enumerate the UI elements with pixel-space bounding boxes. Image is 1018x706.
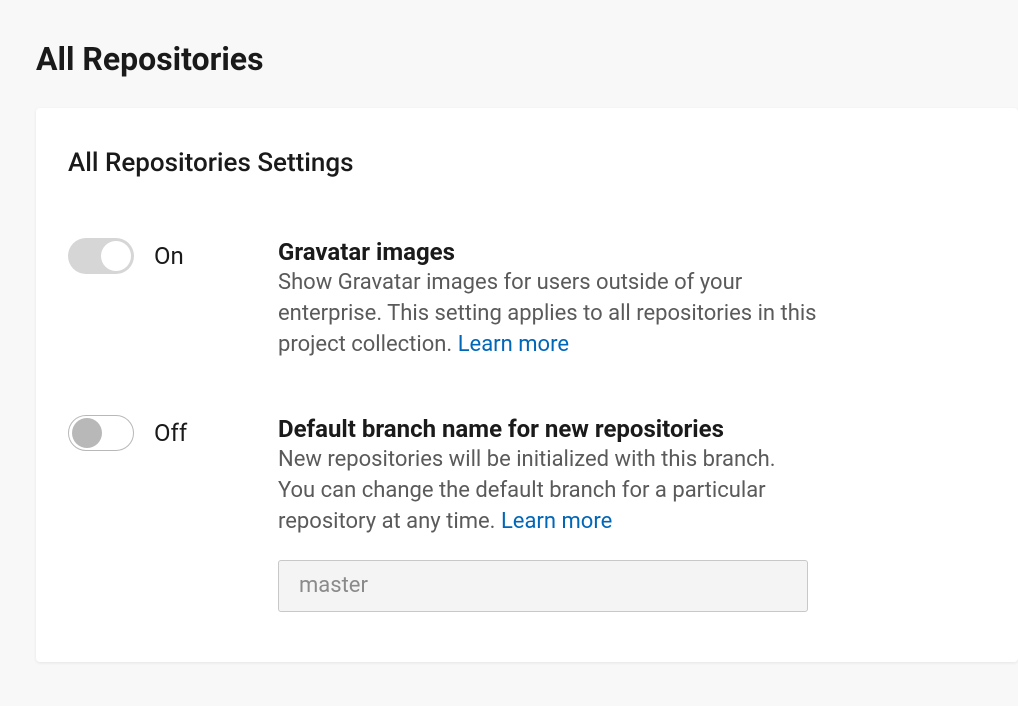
gravatar-learn-more-link[interactable]: Learn more [458, 332, 569, 357]
gravatar-toggle-label: On [154, 242, 184, 270]
default-branch-description: New repositories will be initialized wit… [278, 445, 818, 537]
toggle-knob-icon [101, 241, 131, 271]
gravatar-toggle-area: On [68, 238, 278, 274]
default-branch-input[interactable] [278, 560, 808, 612]
gravatar-toggle[interactable] [68, 238, 134, 274]
page-title: All Repositories [0, 0, 1018, 108]
default-branch-toggle[interactable] [68, 415, 134, 451]
gravatar-content: Gravatar images Show Gravatar images for… [278, 238, 818, 360]
default-branch-toggle-label: Off [154, 419, 187, 447]
default-branch-setting-row: Off Default branch name for new reposito… [68, 415, 986, 611]
gravatar-setting-row: On Gravatar images Show Gravatar images … [68, 238, 986, 360]
default-branch-learn-more-link[interactable]: Learn more [501, 509, 612, 534]
default-branch-title: Default branch name for new repositories [278, 415, 818, 443]
settings-card: All Repositories Settings On Gravatar im… [36, 108, 1018, 662]
default-branch-content: Default branch name for new repositories… [278, 415, 818, 611]
gravatar-title: Gravatar images [278, 238, 818, 266]
card-title: All Repositories Settings [68, 148, 986, 178]
toggle-knob-icon [72, 418, 102, 448]
gravatar-description: Show Gravatar images for users outside o… [278, 268, 818, 360]
default-branch-toggle-area: Off [68, 415, 278, 451]
